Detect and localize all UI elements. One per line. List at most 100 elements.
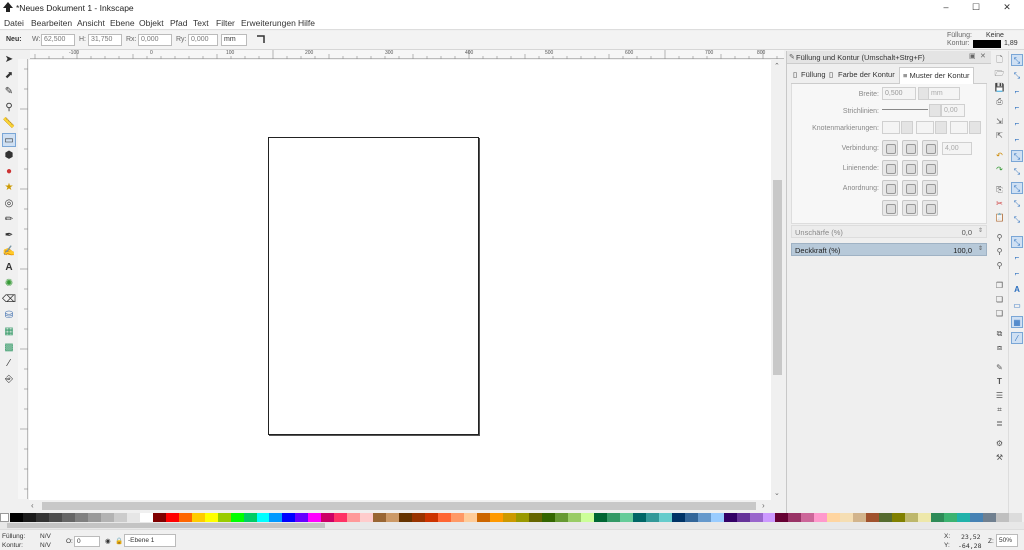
palette-swatch[interactable]	[503, 513, 517, 522]
palette-swatch[interactable]	[61, 513, 76, 522]
palette-swatch[interactable]	[386, 513, 400, 522]
connector-tool-icon[interactable]: ⎆	[2, 373, 16, 387]
box3d-tool-icon[interactable]: ⬢	[2, 149, 16, 163]
layer-lock-icon[interactable]: 🔒	[115, 537, 123, 545]
zoom-drawing-icon[interactable]: ⚲	[994, 246, 1005, 257]
palette-swatch[interactable]	[1009, 513, 1023, 522]
palette-swatch[interactable]	[593, 513, 608, 522]
horizontal-scrollbar-thumb[interactable]	[42, 502, 756, 510]
palette-swatch[interactable]	[464, 513, 478, 522]
end-marker-select[interactable]	[950, 121, 968, 134]
palette-swatch[interactable]	[373, 513, 387, 522]
zoom-page-icon[interactable]: ⚲	[994, 260, 1005, 271]
palette-swatch[interactable]	[528, 513, 543, 522]
cut-icon[interactable]: ✂	[994, 198, 1005, 209]
spiral-tool-icon[interactable]: ◎	[2, 197, 16, 211]
palette-swatch[interactable]	[113, 513, 128, 522]
menu-erweiterungen[interactable]: Erweiterungen	[241, 18, 296, 28]
close-button[interactable]: ✕	[993, 1, 1021, 14]
align-distribute-icon[interactable]: ≣	[994, 418, 1005, 429]
cap-round-icon[interactable]	[902, 160, 918, 176]
snap-toggle-icon[interactable]: ⤡	[1011, 54, 1023, 66]
palette-swatch[interactable]	[334, 513, 348, 522]
selector-tool-icon[interactable]: ➤	[2, 53, 16, 67]
vertical-scrollbar-thumb[interactable]	[773, 180, 782, 375]
miter-limit-input[interactable]: 4,00	[942, 142, 972, 155]
end-marker-arrow[interactable]	[969, 121, 981, 134]
palette-swatch[interactable]	[996, 513, 1010, 522]
snap-text-baseline-icon[interactable]: A	[1011, 284, 1023, 296]
maximize-button[interactable]: ☐	[962, 1, 990, 14]
palette-swatch[interactable]	[191, 513, 206, 522]
palette-swatch[interactable]	[217, 513, 232, 522]
palette-swatch[interactable]	[866, 513, 880, 522]
export-icon[interactable]: ⇱	[994, 130, 1005, 141]
palette-swatch[interactable]	[840, 513, 854, 522]
undo-icon[interactable]: ↶	[994, 150, 1005, 161]
fill-stroke-icon[interactable]: ✎	[994, 362, 1005, 373]
menu-pfad[interactable]: Pfad	[170, 18, 188, 28]
palette-swatch[interactable]	[762, 513, 776, 522]
palette-swatch[interactable]	[918, 513, 932, 522]
order-stroke-fill-markers-icon[interactable]	[902, 180, 918, 196]
scroll-down-icon[interactable]: ⌄	[774, 489, 780, 497]
duplicate-icon[interactable]: ❐	[994, 280, 1005, 291]
order-stroke-markers-fill-icon[interactable]	[902, 200, 918, 216]
palette-swatch[interactable]	[710, 513, 725, 522]
cap-butt-icon[interactable]	[882, 160, 898, 176]
cap-square-icon[interactable]	[922, 160, 938, 176]
snap-guide-icon[interactable]: ⁄	[1011, 332, 1023, 344]
palette-swatch[interactable]	[944, 513, 958, 522]
snap-rotation-center-icon[interactable]: ⌐	[1011, 268, 1023, 280]
gradient-tool-icon[interactable]: ▦	[2, 325, 16, 339]
palette-swatch[interactable]	[308, 513, 322, 522]
palette-swatch[interactable]	[827, 513, 841, 522]
palette-swatch[interactable]	[905, 513, 919, 522]
tweak-tool-icon[interactable]: ✎	[2, 85, 16, 99]
rectangle-tool-icon[interactable]: ▭	[2, 133, 16, 147]
order-fill-markers-stroke-icon[interactable]	[922, 180, 938, 196]
order-markers-fill-stroke-icon[interactable]	[882, 200, 898, 216]
palette-swatch[interactable]	[87, 513, 102, 522]
status-opacity-input[interactable]: 0	[74, 536, 100, 547]
snap-others-icon[interactable]: ⤡	[1011, 236, 1023, 248]
blur-spin-icon[interactable]: ⇕	[978, 227, 983, 234]
palette-swatch[interactable]	[321, 513, 335, 522]
palette-swatch[interactable]	[152, 513, 167, 522]
unlink-clone-icon[interactable]: ❑	[994, 308, 1005, 319]
palette-swatch[interactable]	[554, 513, 569, 522]
palette-swatch[interactable]	[74, 513, 89, 522]
palette-swatch[interactable]	[256, 513, 270, 522]
reset-corners-icon[interactable]	[256, 35, 265, 44]
copy-icon[interactable]: ⎘	[994, 184, 1005, 195]
mid-marker-select[interactable]	[916, 121, 934, 134]
palette-swatch[interactable]	[22, 513, 37, 522]
snap-bbox-center-icon[interactable]: ⌐	[1011, 134, 1023, 146]
menu-filter[interactable]: Filter	[216, 18, 235, 28]
palette-swatch[interactable]	[892, 513, 906, 522]
palette-swatch[interactable]	[243, 513, 257, 522]
text-font-icon[interactable]: T	[994, 376, 1005, 387]
palette-scroll-thumb[interactable]	[7, 523, 325, 528]
palette-swatch[interactable]	[541, 513, 556, 522]
mid-marker-arrow[interactable]	[935, 121, 947, 134]
palette-swatch[interactable]	[879, 513, 893, 522]
snap-cusp-nodes-icon[interactable]: ⤡	[1011, 198, 1023, 210]
snap-bbox-corner-icon[interactable]: ⌐	[1011, 102, 1023, 114]
snap-grid-icon[interactable]: ▦	[1011, 316, 1023, 328]
snap-path-intersection-icon[interactable]: ⤡	[1011, 182, 1023, 194]
tab-stroke-style[interactable]: ≡ Muster der Kontur	[899, 67, 974, 84]
spray-tool-icon[interactable]: ✺	[2, 277, 16, 291]
blur-slider[interactable]: Unschärfe (%) 0,0 ⇕	[791, 225, 987, 238]
palette-swatch[interactable]	[126, 513, 141, 522]
palette-swatch[interactable]	[775, 513, 789, 522]
snap-bbox-midpoint-icon[interactable]: ⌐	[1011, 118, 1023, 130]
palette-swatch[interactable]	[425, 513, 439, 522]
palette-swatch[interactable]	[282, 513, 296, 522]
palette-swatch[interactable]	[165, 513, 180, 522]
palette-swatch[interactable]	[451, 513, 465, 522]
start-marker-arrow[interactable]	[901, 121, 913, 134]
rx-input[interactable]: 0,000	[138, 34, 172, 46]
dash-pattern-preview[interactable]	[882, 109, 928, 112]
palette-swatch[interactable]	[957, 513, 971, 522]
